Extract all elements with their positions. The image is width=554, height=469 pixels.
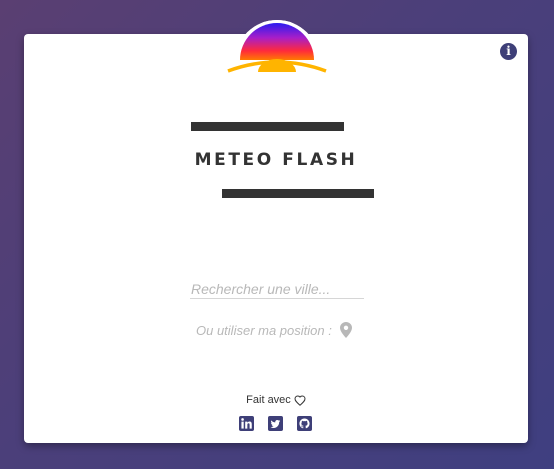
main-card (24, 34, 528, 443)
map-pin-icon[interactable] (339, 322, 352, 338)
made-with-footer: Fait avec (226, 394, 326, 406)
app-title: METEO FLASH (194, 150, 358, 170)
app-logo (227, 18, 327, 74)
twitter-icon[interactable] (268, 416, 283, 431)
linkedin-icon[interactable] (239, 416, 254, 431)
made-with-label: Fait avec (246, 394, 291, 406)
sunset-logo-icon (227, 20, 327, 74)
use-my-position-label: Ou utiliser ma position : (196, 322, 332, 338)
title-bar-bottom (222, 189, 374, 198)
title-bar-top (191, 122, 344, 131)
info-icon[interactable]: i (500, 43, 517, 60)
github-icon[interactable] (297, 416, 312, 431)
heart-icon (294, 394, 306, 406)
use-my-position-button[interactable]: Ou utiliser ma position : (196, 321, 352, 339)
city-search-input[interactable] (190, 279, 364, 299)
social-links (239, 416, 312, 431)
